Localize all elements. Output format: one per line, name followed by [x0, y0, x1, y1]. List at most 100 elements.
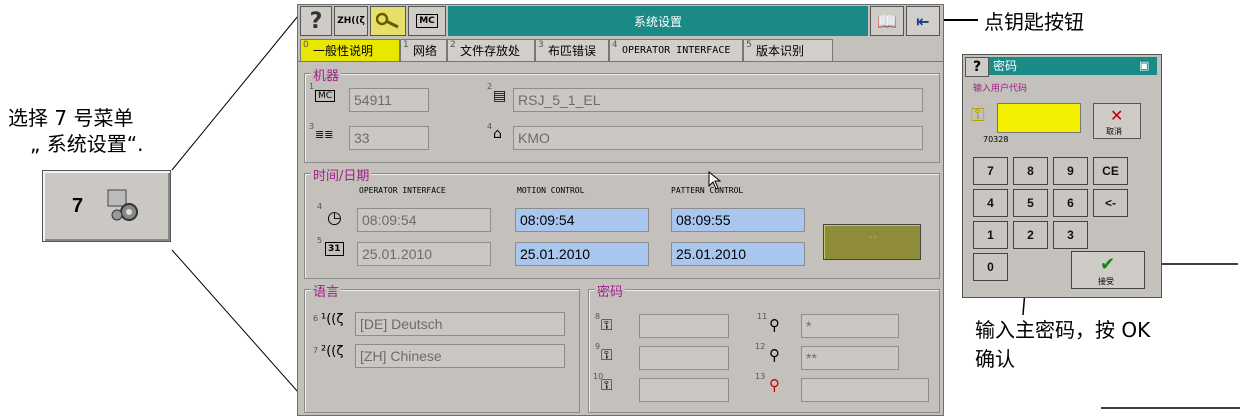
machine-count-field: 33 [349, 126, 429, 150]
field-number: 4 [487, 122, 493, 131]
password-field-9 [639, 346, 729, 370]
key-0-button[interactable]: 0 [973, 253, 1008, 281]
machine-type-field: RSJ_5_1_EL [513, 88, 923, 112]
field-number: 3 [309, 122, 315, 131]
time-motion-control[interactable]: 08:09:54 [515, 208, 649, 232]
mouse-cursor-icon [708, 171, 722, 190]
key-4-button[interactable]: 4 [973, 189, 1008, 217]
field-number: 7 [313, 346, 319, 355]
field-number: 2 [487, 82, 493, 91]
language-2-icon: ²((ζ [321, 344, 344, 359]
tab-file-storage[interactable]: 2 文件存放处 [447, 39, 535, 61]
sync-time-button[interactable]: ◦◦ [823, 224, 921, 260]
tab-general[interactable]: 0 一般性说明 [300, 39, 400, 61]
field-number: 5 [317, 236, 323, 245]
calendar-icon: 31 [325, 242, 344, 256]
key-8-button[interactable]: 8 [1013, 157, 1048, 185]
date-operator-interface: 25.01.2010 [357, 242, 491, 266]
machine-button[interactable]: MC [408, 6, 446, 36]
factory-icon: ⌂ [493, 126, 502, 142]
password-key-8-icon: ⚿ [601, 316, 613, 334]
annotation-confirm: 确认 [975, 347, 1015, 371]
key-9-button[interactable]: 9 [1053, 157, 1088, 185]
key-2-button[interactable]: 2 [1013, 221, 1048, 249]
tab-bar: 0 一般性说明 1 网络 2 文件存放处 3 布匹错误 4 OPERATOR INTERF… [298, 39, 943, 62]
language-1-icon: ¹((ζ [321, 312, 344, 327]
password-key-11-icon: ⚲ [769, 316, 780, 334]
col-operator-interface: OPERATOR INTERFACE [359, 186, 446, 195]
field-number: 6 [313, 314, 319, 323]
field-number: 12 [755, 342, 766, 351]
customer-field: KMO [513, 126, 923, 150]
key-button[interactable] [370, 6, 406, 36]
tab-fabric-errors[interactable]: 3 布匹错误 [535, 39, 609, 61]
system-settings-window: ? ZH((ζ MC 系统设置 📖 ⇤ 0 一般性说明 1 网络 2 文件存放处 3布… [297, 4, 944, 416]
dialog-help-button[interactable]: ? [965, 57, 989, 77]
date-pattern-control[interactable]: 25.01.2010 [671, 242, 805, 266]
time-operator-interface: 08:09:54 [357, 208, 491, 232]
cancel-button[interactable]: ✕ 取消 [1093, 103, 1141, 139]
password-group-title: 密码 [595, 281, 626, 300]
field-number: 4 [317, 202, 323, 211]
language-1-field: [DE] Deutsch [355, 312, 565, 336]
datetime-group-title: 时间/日期 [311, 165, 372, 184]
time-pattern-control[interactable]: 08:09:55 [671, 208, 805, 232]
annotation-press-key: 点钥匙按钮 [984, 10, 1084, 34]
password-field-11: * [801, 314, 899, 338]
user-code-hint: 70328 [983, 135, 1009, 144]
col-motion-control: MOTION CONTROL [517, 186, 585, 195]
language-group: 语言 6 ¹((ζ [DE] Deutsch 7 ²((ζ [ZH] Chine… [304, 281, 580, 413]
datetime-group: 时间/日期 OPERATOR INTERFACE MOTION CONTROL … [304, 165, 940, 279]
field-number: 1 [309, 82, 315, 91]
barcode-icon: ≣≣ [315, 128, 334, 141]
password-key-13-icon: ⚲ [769, 376, 780, 394]
password-field-8 [639, 314, 729, 338]
password-field-13 [801, 378, 929, 402]
key-clear-button[interactable]: CE [1093, 157, 1128, 185]
user-code-input[interactable] [997, 103, 1081, 133]
key-5-button[interactable]: 5 [1013, 189, 1048, 217]
password-field-12: ** [801, 346, 899, 370]
key-6-button[interactable]: 6 [1053, 189, 1088, 217]
manual-button[interactable]: 📖 [870, 6, 904, 36]
tab-network[interactable]: 1 网络 [400, 39, 447, 61]
field-number: 9 [595, 342, 601, 351]
dialog-prompt: 输入用户代码 [973, 84, 1028, 94]
ok-button[interactable]: ✔ 接受 [1071, 251, 1145, 289]
help-icon: ? [972, 59, 982, 75]
help-icon: ? [309, 8, 323, 34]
machine-number-field: 54911 [349, 88, 429, 112]
tab-operator-interface[interactable]: 4 OPERATOR INTERFACE [609, 39, 743, 61]
machine-group-title: 机器 [311, 65, 342, 84]
language-button[interactable]: ZH((ζ [334, 6, 368, 36]
cancel-x-icon: ✕ [1110, 106, 1124, 125]
exit-button[interactable]: ⇤ [906, 6, 940, 36]
password-key-12-icon: ⚲ [769, 346, 780, 364]
key-3-button[interactable]: 3 [1053, 221, 1088, 249]
exit-door-icon: ⇤ [916, 11, 930, 31]
mc-icon: MC [315, 90, 336, 102]
book-icon[interactable]: ▣ [1139, 59, 1149, 72]
tab-version[interactable]: 5 版本识别 [743, 39, 833, 61]
book-icon: 📖 [877, 11, 897, 31]
password-dialog: ? 密码 ▣ 输入用户代码 ⚿ 70328 ✕ 取消 7 8 9 CE 4 5 … [962, 54, 1162, 298]
password-group: 密码 8 ⚿ 9 ⚿ 10 ⚿ 11 ⚲ * 12 ⚲ ** 13 ⚲ [588, 281, 940, 413]
window-title: 系统设置 [448, 6, 868, 36]
machine-type-icon: ▤ [493, 88, 507, 104]
key-backspace-button[interactable]: <- [1093, 189, 1128, 217]
check-icon: ✔ [1100, 254, 1116, 275]
password-key-10-icon: ⚿ [601, 376, 613, 394]
key-icon: ⚿ [971, 105, 985, 126]
dialog-title: 密码 [989, 57, 1157, 75]
language-2-field: [ZH] Chinese [355, 344, 565, 368]
cancel-label: 取消 [1106, 127, 1122, 136]
date-motion-control[interactable]: 25.01.2010 [515, 242, 649, 266]
help-button[interactable]: ? [300, 6, 332, 36]
password-field-10 [639, 378, 729, 402]
key-7-button[interactable]: 7 [973, 157, 1008, 185]
annotation-enter-master-password: 输入主密码，按 OK [975, 318, 1151, 342]
field-number: 11 [757, 312, 768, 321]
clock-icon: ◷ [327, 208, 342, 228]
key-1-button[interactable]: 1 [973, 221, 1008, 249]
language-icon: ZH((ζ [337, 16, 365, 26]
